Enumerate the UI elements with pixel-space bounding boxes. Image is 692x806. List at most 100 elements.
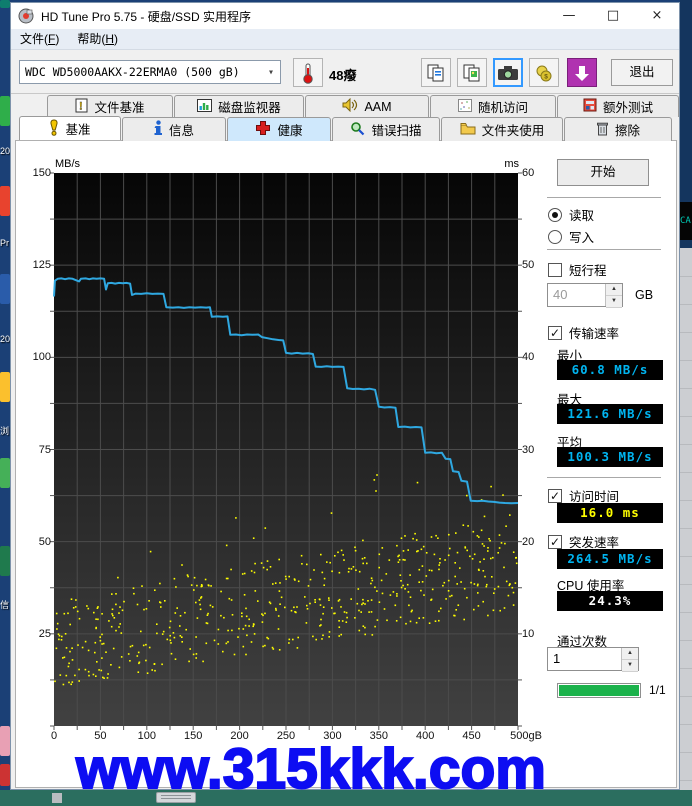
tab-error-scan[interactable]: 错误扫描 [332,117,440,141]
chevron-down-icon: ▾ [267,66,275,78]
desktop-icon-label: 信 [0,600,10,610]
window-title: HD Tune Pro 5.75 - 硬盘/SSD 实用程序 [41,9,252,24]
tab-row-bottom: 基准 信息 健康 错误扫描 文件夹使用 擦除 [19,116,673,141]
tab-folder-usage[interactable]: 文件夹使用 [441,117,563,141]
tab-label: 文件夹使用 [481,124,545,138]
copy-image-button[interactable] [457,58,487,87]
temperature-value: 48癈 [329,68,357,83]
toolbar: WDC WD5000AAKX-22ERMA0 (500 gB) ▾ 48癈 $ … [11,50,679,94]
close-button[interactable]: × [635,3,679,29]
y-left-unit-label: MB/s [55,158,81,170]
info-icon [154,120,163,139]
y-left-tick: 150 [32,167,51,179]
desktop-icon [0,372,10,402]
file-benchmark-icon: ! [75,98,88,116]
progress-text: 1/1 [649,683,666,697]
spinner-arrows[interactable]: ▲ ▼ [621,648,638,672]
screen: 20 Pr 20 浏信 CA HD Tune Pro 5.75 - 硬盘/SSD 实用… [0,0,692,806]
y-left-tick: 50 [38,535,51,548]
minimize-button[interactable]: — [547,3,591,29]
checkbox-icon: ✓ [548,488,562,503]
y-left-tick: 100 [32,351,51,364]
exit-button[interactable]: 退出 [611,59,673,86]
min-value: 60.8 MB/s [557,360,663,380]
tab-label: 磁盘监视器 [218,101,281,115]
max-value: 121.6 MB/s [557,404,663,424]
gb-unit-label: GB [635,288,654,302]
copy-text-button[interactable] [421,58,451,87]
tab-disk-monitor[interactable]: 磁盘监视器 [174,95,304,117]
desktop-icon-label: 浏 [0,426,10,436]
y-right-tick: 30 [522,443,535,456]
write-radio[interactable]: 写入 [548,227,594,246]
desktop-icon [0,458,10,488]
start-button[interactable]: 开始 [557,159,649,186]
erase-icon [596,121,609,139]
screenshot-button[interactable] [493,58,523,87]
background-window-strip: CA [680,0,692,806]
temperature-button[interactable] [293,58,323,87]
background-console-fragment: CA [680,202,692,240]
spinner-arrows[interactable]: ▲ ▼ [605,284,622,308]
desktop-icon-label: Pr [0,238,9,248]
checkbox-icon [548,262,562,277]
copy-image-icon [463,64,480,81]
tab-label: 信息 [168,124,194,138]
desktop-icon-label: 20 [0,334,11,344]
y-right-unit-label: ms [504,158,519,170]
separator [547,249,661,250]
camera-icon [498,65,518,80]
burst-rate-value: 264.5 MB/s [557,549,663,569]
tab-health[interactable]: 健康 [227,117,331,141]
down-arrow-icon [575,65,589,81]
short-stroke-size-spinner[interactable]: 40 ▲ ▼ [547,283,623,308]
separator [547,197,661,198]
tab-file-benchmark[interactable]: ! 文件基准 [47,95,173,117]
error-scan-icon [350,121,365,139]
pass-count-spinner[interactable]: 1 ▲ ▼ [547,647,639,672]
drive-selector-dropdown[interactable]: WDC WD5000AAKX-22ERMA0 (500 gB) ▾ [19,60,281,84]
desktop-icon [0,96,10,126]
tab-erase[interactable]: 擦除 [564,117,672,141]
short-stroke-checkbox[interactable]: 短行程 [548,260,607,279]
titlebar: HD Tune Pro 5.75 - 硬盘/SSD 实用程序 — □ × [11,3,679,29]
download-button[interactable] [567,58,597,87]
menu-help[interactable]: 帮助(H) [68,29,127,50]
app-icon [18,8,34,24]
tab-info[interactable]: 信息 [122,117,226,141]
desktop-icon [0,546,10,576]
radio-icon [548,207,562,222]
benchmark-chart [50,172,522,730]
menu-file[interactable]: 文件(F) [11,29,68,50]
cpu-usage-value: 24.3% [557,591,663,611]
extra-tests-icon [583,98,597,115]
random-access-icon [457,98,472,115]
tab-label: 基准 [65,123,91,137]
tab-aam[interactable]: AAM [305,95,429,117]
transfer-rate-checkbox[interactable]: ✓ 传输速率 [548,323,619,342]
avg-value: 100.3 MB/s [557,447,663,467]
tab-extra-tests[interactable]: 额外测试 [557,95,679,117]
y-left-tick: 75 [38,443,51,456]
health-icon [255,120,271,139]
disk-monitor-icon [197,98,213,115]
tab-benchmark[interactable]: 基准 [19,116,121,140]
tab-label: 擦除 [614,124,640,138]
desktop-icon [0,726,10,756]
separator [547,477,661,478]
tab-label: 健康 [277,124,303,138]
y-left-tick: 125 [32,259,51,272]
aam-icon [342,97,358,115]
tab-label: 随机访问 [477,101,528,115]
tab-label: AAM [364,99,392,114]
maximize-button[interactable]: □ [591,3,635,29]
read-radio[interactable]: 读取 [548,205,594,224]
save-results-button[interactable]: $ [529,58,559,87]
tab-random-access[interactable]: 随机访问 [430,95,556,117]
taskbar-square [52,793,62,803]
tab-label: 文件基准 [94,101,145,115]
checkbox-icon: ✓ [548,325,562,340]
copy-text-icon [427,64,444,81]
desktop-icon [0,274,10,304]
y-right-tick: 40 [522,351,535,364]
